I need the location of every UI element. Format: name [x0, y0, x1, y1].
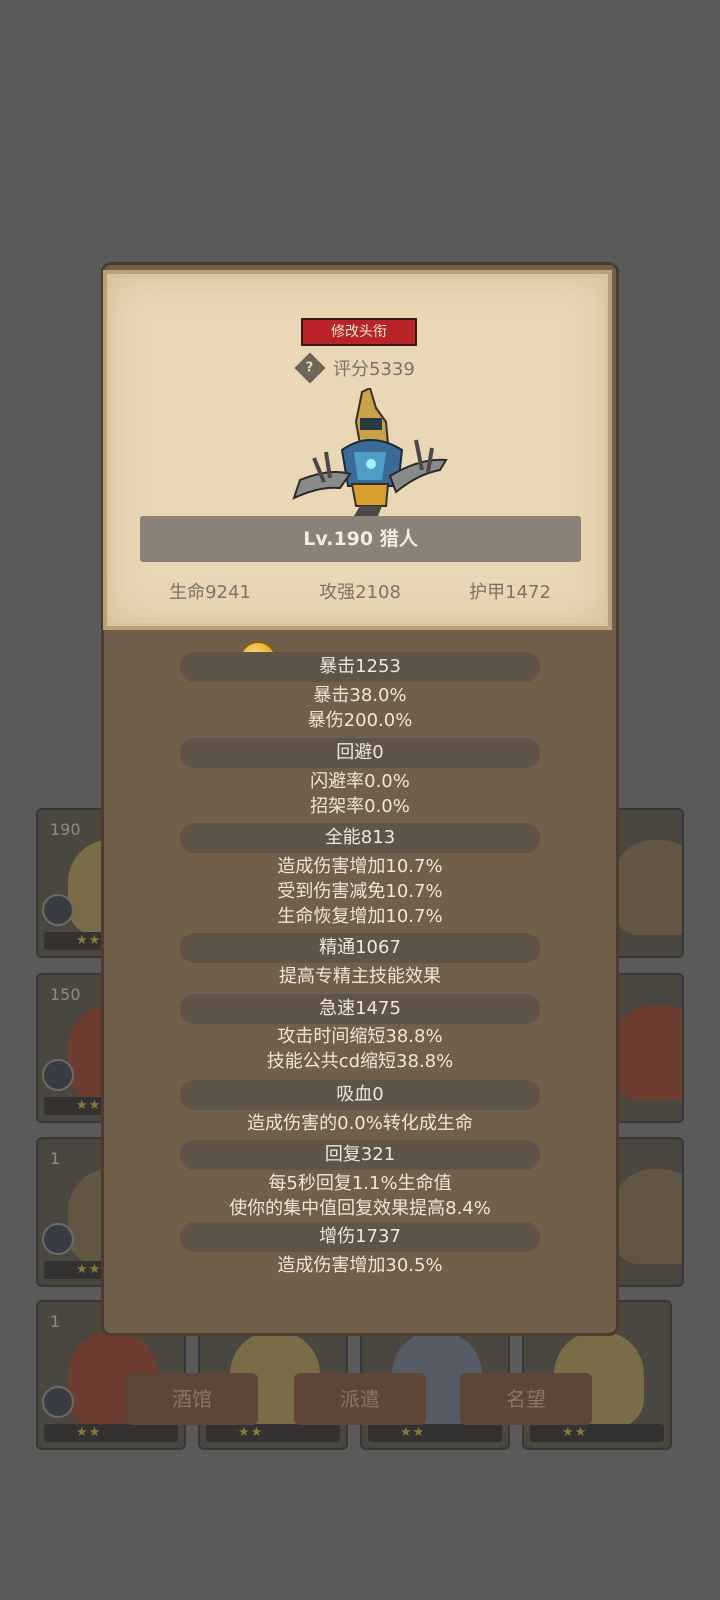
character-name-bar: Lv.190 猎人 — [140, 516, 581, 562]
stat-line: 暴击38.0% — [313, 685, 407, 706]
edit-title-button[interactable]: 修改头衔 — [301, 318, 417, 346]
score-text: 评分5339 — [333, 359, 415, 380]
stat-line: 招架率0.0% — [310, 796, 410, 817]
core-stats: 生命9241 攻强2108 护甲1472 — [140, 578, 581, 608]
stat-line: 造成伤害增加30.5% — [277, 1255, 443, 1276]
hero-level: 1 — [50, 1149, 61, 1168]
stat-line: 造成伤害的0.0%转化成生命 — [247, 1113, 473, 1134]
stat-line: 每5秒回复1.1%生命值 — [268, 1173, 452, 1194]
tavern-button[interactable]: 酒馆 — [126, 1373, 258, 1425]
stat-header-crit: 暴击1253 — [180, 652, 540, 682]
hero-portrait — [612, 1169, 682, 1264]
class-badge-icon — [42, 894, 74, 926]
stat-line: 提高专精主技能效果 — [279, 966, 441, 987]
stat-line: 攻击时间缩短38.8% — [277, 1026, 443, 1047]
star-rating: ★★ — [44, 1424, 178, 1442]
attack-stat: 攻强2108 — [319, 582, 401, 603]
stat-line: 造成伤害增加10.7% — [277, 856, 443, 877]
stat-line: 闪避率0.0% — [310, 771, 410, 792]
stat-line: 受到伤害减免10.7% — [277, 881, 443, 902]
hero-portrait — [612, 840, 682, 935]
character-portrait — [292, 388, 448, 516]
star-rating: ★★ — [206, 1424, 340, 1442]
hero-level: 1 — [50, 1312, 61, 1331]
stat-line: 技能公共cd缩短38.8% — [266, 1051, 454, 1072]
stat-line: 生命恢复增加10.7% — [277, 906, 443, 927]
class-badge-icon — [42, 1223, 74, 1255]
star-rating: ★★ — [530, 1424, 664, 1442]
stat-line: 使你的集中值回复效果提高8.4% — [229, 1198, 491, 1219]
armor-stat: 护甲1472 — [469, 582, 551, 603]
hero-level: 150 — [50, 985, 81, 1004]
dispatch-button[interactable]: 派遣 — [294, 1373, 426, 1425]
stat-header-haste: 急速1475 — [180, 994, 540, 1024]
fame-button[interactable]: 名望 — [460, 1373, 592, 1425]
hero-level: 190 — [50, 820, 81, 839]
stat-header-versatility: 全能813 — [180, 823, 540, 853]
score-row: ? 评分5339 — [294, 352, 415, 384]
hero-portrait — [612, 1005, 682, 1100]
star-rating: ★★ — [368, 1424, 502, 1442]
class-badge-icon — [42, 1386, 74, 1418]
stat-header-regen: 回复321 — [180, 1140, 540, 1170]
class-badge-icon — [42, 1059, 74, 1091]
stat-header-lifesteal: 吸血0 — [180, 1080, 540, 1110]
hp-stat: 生命9241 — [169, 582, 251, 603]
stat-header-avoidance: 回避0 — [180, 738, 540, 768]
stat-header-damage-bonus: 增伤1737 — [180, 1222, 540, 1252]
stat-header-mastery: 精通1067 — [180, 933, 540, 963]
help-icon[interactable]: ? — [294, 352, 326, 384]
stat-line: 暴伤200.0% — [307, 710, 413, 731]
